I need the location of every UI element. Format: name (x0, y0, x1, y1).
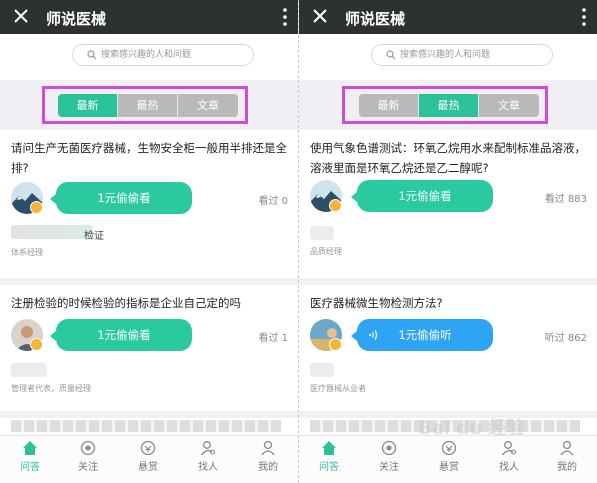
search-input[interactable]: 搜索感兴趣的人和问题 (371, 44, 553, 66)
tab-articles[interactable]: 文章 (479, 94, 539, 117)
profile-icon (560, 440, 574, 456)
tab-bar: 最新 最热 文章 (58, 94, 238, 117)
search-area: 搜索感兴趣的人和问题 (0, 34, 298, 80)
nav-item-mine[interactable]: 我的 (539, 440, 595, 473)
close-icon[interactable] (309, 5, 331, 27)
nav-item-follow[interactable]: 关注 (361, 440, 417, 473)
watermark: Bai du 经验 (418, 418, 525, 439)
answerer-name[interactable]: 检证 (84, 227, 104, 242)
listen-count: 听过 862 (544, 333, 587, 344)
home-icon (322, 441, 336, 455)
search-icon (386, 50, 396, 60)
close-icon[interactable] (10, 5, 32, 27)
reward-icon (441, 440, 457, 456)
question-card[interactable]: 医疗器械微生物检测方法? 1元偷偷听 听过 862 医疗器械从业者 (299, 285, 597, 411)
question-text[interactable]: 注册检验的时候检验的指标是企业自己定的吗 (11, 293, 291, 313)
nav-item-reward[interactable]: 悬赏 (120, 440, 176, 473)
nav-item-mine[interactable]: 我的 (240, 440, 296, 473)
question-card[interactable]: 使用气象色谱测试：环氧乙烷用水来配制标准品溶液，溶液里面是环氧乙烷还是乙二醇呢?… (299, 130, 597, 278)
verified-badge-icon (329, 199, 342, 212)
search-placeholder: 搜索感兴趣的人和问题 (101, 50, 192, 60)
find-person-icon (501, 441, 517, 456)
view-count: 看过 883 (544, 194, 587, 205)
name-blur (310, 226, 334, 240)
find-person-icon (200, 441, 216, 456)
name-blur (310, 363, 334, 377)
tab-articles[interactable]: 文章 (178, 94, 238, 117)
search-placeholder: 搜索感兴趣的人和问题 (400, 50, 491, 60)
profile-icon (261, 440, 275, 456)
nav-item-reward[interactable]: 悬赏 (421, 440, 477, 473)
title-bar: 师说医械 (0, 0, 298, 34)
page-title: 师说医械 (345, 10, 406, 28)
answerer-role: 品质经理 (310, 247, 342, 256)
view-count: 看过 0 (258, 196, 288, 207)
sound-wave-icon (369, 330, 378, 340)
nav-label: 找人 (198, 462, 218, 473)
pay-to-view-button[interactable]: 1元偷偷看 (50, 319, 192, 351)
nav-label: 悬赏 (138, 462, 158, 473)
verified-badge-icon (329, 338, 342, 351)
pay-to-listen-label: 1元偷偷听 (398, 328, 452, 342)
nav-label: 我的 (258, 462, 278, 473)
reward-icon (140, 440, 156, 456)
more-icon[interactable] (581, 7, 587, 27)
tabs-area: 最新 最热 文章 (299, 80, 597, 130)
blurred-text (11, 420, 281, 432)
page-title: 师说医械 (46, 10, 107, 28)
pay-to-view-button[interactable]: 1元偷偷看 (351, 180, 493, 212)
follow-icon (80, 440, 96, 456)
answerer-role: 体系经理 (11, 248, 43, 257)
title-bar: 师说医械 (299, 0, 597, 34)
pay-to-view-label: 1元偷偷看 (97, 191, 151, 205)
nav-item-answers[interactable]: 问答 (2, 440, 58, 473)
more-icon[interactable] (282, 7, 288, 27)
nav-label: 我的 (557, 462, 577, 473)
view-count: 看过 1 (258, 333, 288, 344)
nav-item-find-people[interactable]: 找人 (180, 440, 236, 473)
tab-latest[interactable]: 最新 (58, 94, 118, 117)
answerer-role: 医疗器械从业者 (310, 384, 366, 393)
pay-to-listen-button[interactable]: 1元偷偷听 (351, 319, 493, 351)
bottom-nav: 问答 关注 悬赏 找人 我的 (299, 435, 597, 483)
nav-label: 找人 (499, 462, 519, 473)
pay-to-view-button[interactable]: 1元偷偷看 (50, 182, 192, 214)
nav-item-follow[interactable]: 关注 (60, 440, 116, 473)
question-card[interactable]: 请问生产无菌医疗器械，生物安全柜一般用半排还是全排? 1元偷偷看 看过 0 检证… (0, 130, 298, 278)
question-card[interactable]: 注册检验的时候检验的指标是企业自己定的吗 1元偷偷看 看过 1 管理者代表，质量… (0, 285, 298, 411)
tab-latest[interactable]: 最新 (359, 94, 419, 117)
verified-badge-icon (30, 201, 43, 214)
pay-to-view-label: 1元偷偷看 (398, 189, 452, 203)
search-input[interactable]: 搜索感兴趣的人和问题 (72, 44, 254, 66)
pay-to-view-label: 1元偷偷看 (97, 328, 151, 342)
question-text[interactable]: 请问生产无菌医疗器械，生物安全柜一般用半排还是全排? (11, 138, 291, 178)
tab-hottest[interactable]: 最热 (118, 94, 178, 117)
verified-badge-icon (30, 338, 43, 351)
tabs-area: 最新 最热 文章 (0, 80, 298, 130)
right-screen: 师说医械 搜索感兴趣的人和问题 最新 最热 文章 使用气象色谱测试：环氧乙烷用水… (299, 0, 597, 483)
answerer-role: 管理者代表，质量经理 (11, 384, 91, 393)
nav-label: 悬赏 (439, 462, 459, 473)
next-question-preview[interactable] (0, 418, 298, 435)
question-text[interactable]: 医疗器械微生物检测方法? (310, 293, 590, 313)
nav-item-find-people[interactable]: 找人 (481, 440, 537, 473)
tab-bar: 最新 最热 文章 (359, 94, 539, 117)
question-text[interactable]: 使用气象色谱测试：环氧乙烷用水来配制标准品溶液，溶液里面是环氧乙烷还是乙二醇呢? (310, 138, 590, 178)
search-icon (87, 50, 97, 60)
nav-label: 问答 (20, 462, 40, 473)
nav-label: 问答 (319, 462, 339, 473)
left-screen: 师说医械 搜索感兴趣的人和问题 最新 最热 文章 请问生产无菌医疗器械，生物安全… (0, 0, 298, 483)
bottom-nav: 问答 关注 悬赏 找人 我的 (0, 435, 298, 483)
nav-item-answers[interactable]: 问答 (301, 440, 357, 473)
nav-label: 关注 (78, 462, 98, 473)
search-area: 搜索感兴趣的人和问题 (299, 34, 597, 80)
name-blur (11, 225, 93, 239)
home-icon (23, 441, 37, 455)
name-blur (11, 363, 47, 377)
tab-hottest[interactable]: 最热 (419, 94, 479, 117)
follow-icon (381, 440, 397, 456)
nav-label: 关注 (379, 462, 399, 473)
